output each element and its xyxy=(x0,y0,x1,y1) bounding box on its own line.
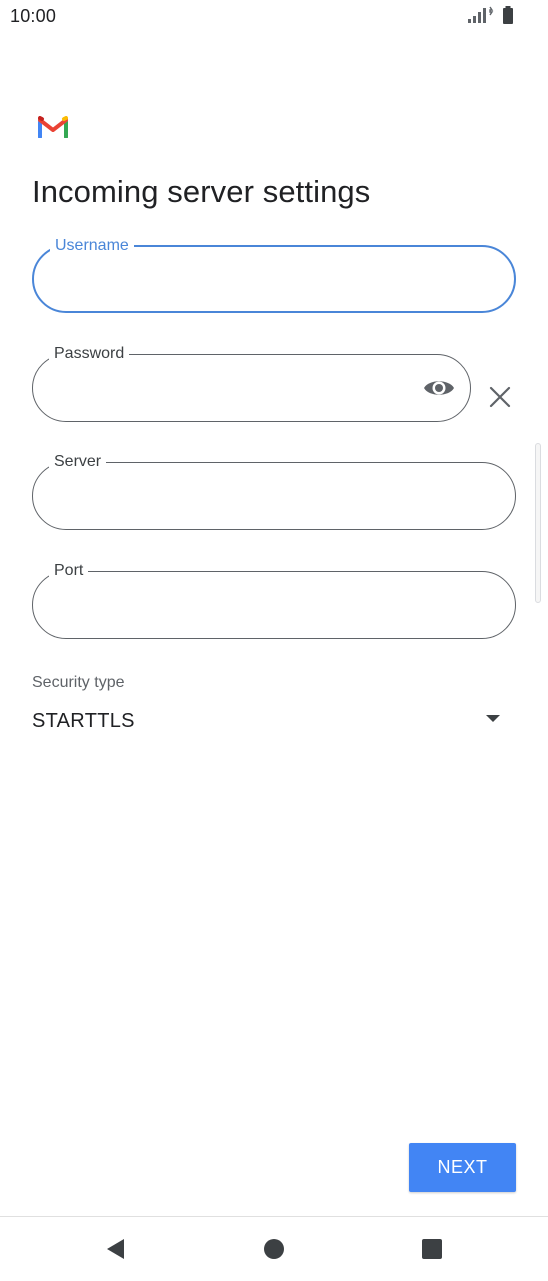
gmail-logo-icon xyxy=(38,116,68,143)
username-input[interactable] xyxy=(54,265,454,297)
recents-icon[interactable] xyxy=(418,1235,446,1263)
status-icons xyxy=(468,6,514,24)
username-label: Username xyxy=(50,236,134,256)
server-label: Server xyxy=(49,452,107,472)
password-field[interactable]: Password xyxy=(32,344,471,422)
arrow-drop-down-icon xyxy=(486,710,500,728)
port-field[interactable]: Port xyxy=(32,561,516,639)
eye-icon[interactable] xyxy=(422,373,456,403)
port-label: Port xyxy=(49,561,89,581)
signal-icon xyxy=(468,6,494,24)
status-bar: 10:00 xyxy=(0,0,548,34)
security-type-value: STARTTLS xyxy=(32,710,135,732)
scrollbar[interactable] xyxy=(535,443,541,603)
next-button[interactable]: NEXT xyxy=(409,1143,516,1192)
close-icon[interactable] xyxy=(486,383,514,411)
password-input[interactable] xyxy=(53,373,410,405)
password-label: Password xyxy=(49,344,130,364)
battery-icon xyxy=(502,6,514,24)
status-time: 10:00 xyxy=(10,6,57,26)
home-icon[interactable] xyxy=(260,1235,288,1263)
server-input[interactable] xyxy=(53,481,455,513)
server-field[interactable]: Server xyxy=(32,452,516,530)
navigation-bar xyxy=(0,1216,548,1281)
back-icon[interactable] xyxy=(101,1235,129,1263)
username-field[interactable]: Username xyxy=(32,236,516,313)
security-type-label: Security type xyxy=(32,674,125,691)
port-input[interactable] xyxy=(53,590,455,622)
page-title: Incoming server settings xyxy=(32,174,371,209)
security-type-dropdown[interactable]: STARTTLS xyxy=(32,700,514,744)
